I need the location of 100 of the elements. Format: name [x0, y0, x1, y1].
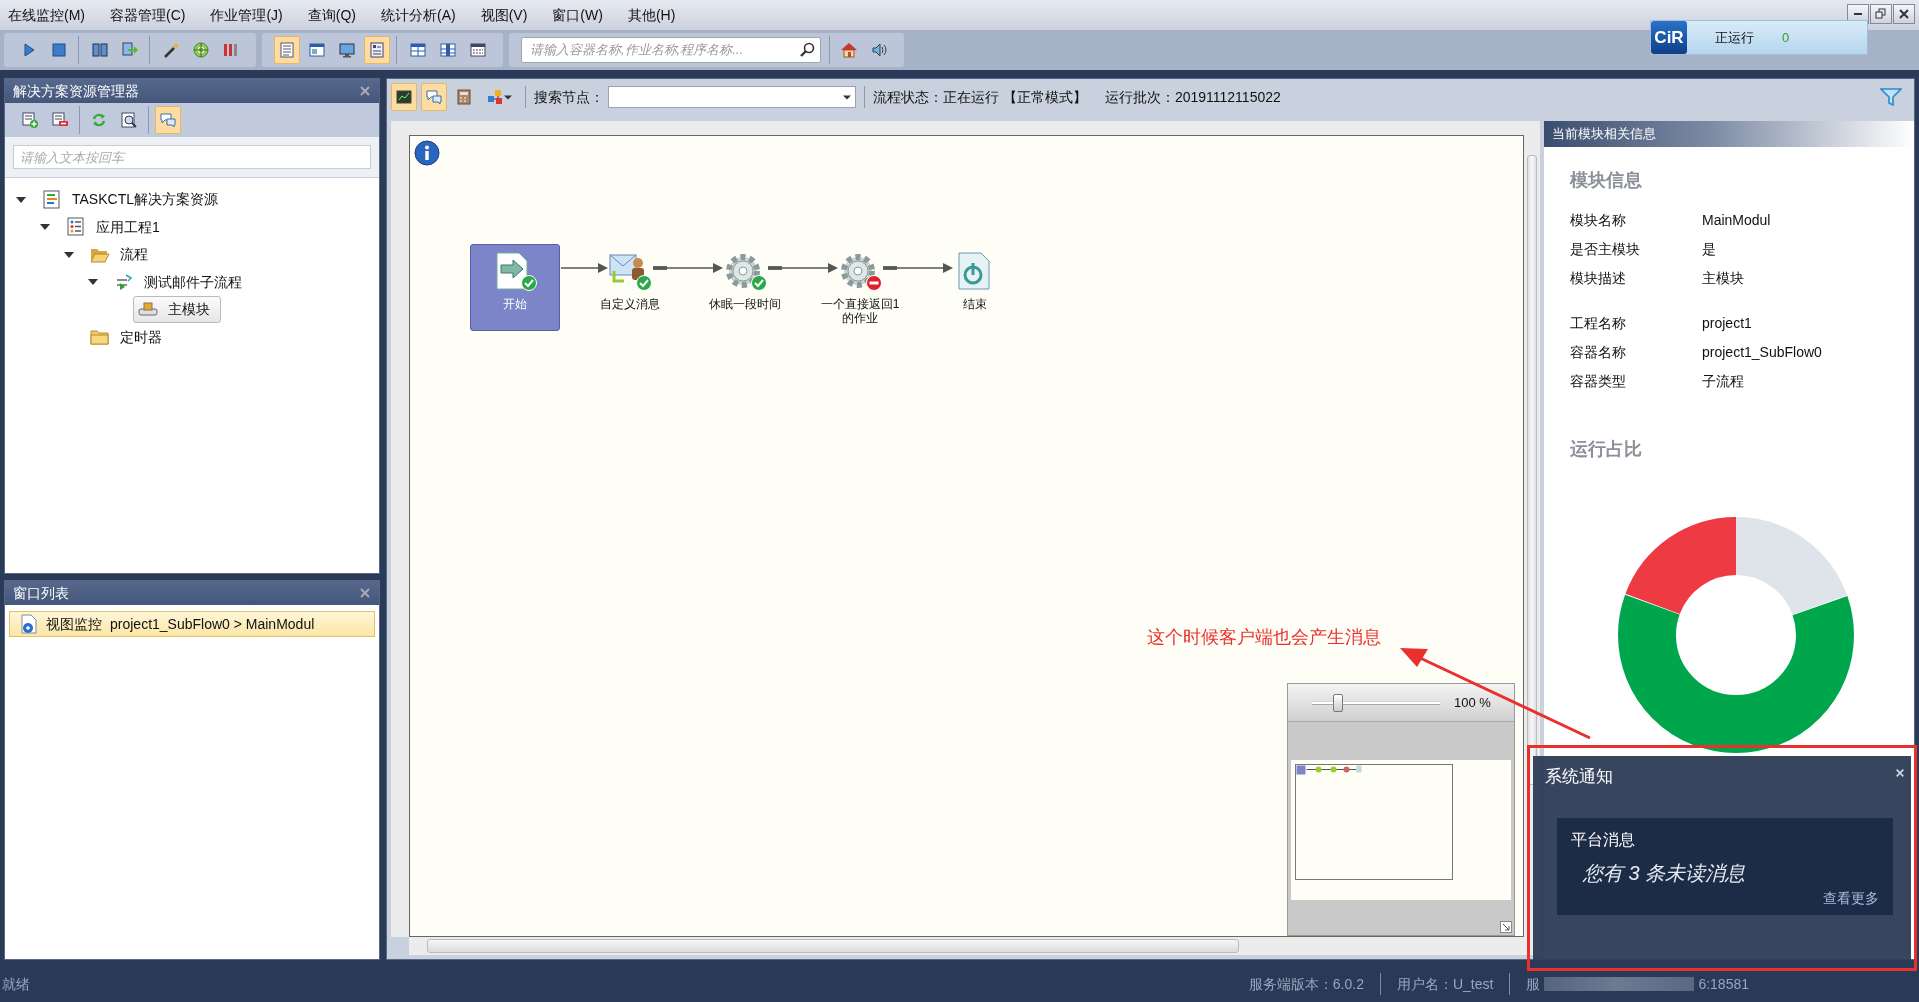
- status-text: 6:18581: [1698, 974, 1749, 994]
- field-label: 工程名称: [1570, 314, 1627, 333]
- node-label: 一个直接返回1的作业: [819, 297, 901, 326]
- document-icon: [278, 41, 296, 59]
- section-heading: 运行占比: [1570, 438, 1643, 461]
- minimize-icon: [1854, 13, 1862, 15]
- chat-button[interactable]: [155, 106, 181, 134]
- columns-icon: [91, 41, 109, 59]
- scrollbar-thumb[interactable]: [427, 939, 1239, 953]
- panel-button[interactable]: [364, 36, 390, 64]
- flow-node[interactable]: 一个直接返回1的作业: [815, 244, 905, 331]
- connector-arrow: [768, 262, 838, 274]
- field-label: 容器类型: [1570, 372, 1627, 391]
- field-label: 模块描述: [1570, 269, 1627, 288]
- status-text: 服务端版本：6.0.2: [1248, 974, 1364, 994]
- filter-icon[interactable]: [1880, 87, 1902, 107]
- tree-item[interactable]: 主模块: [133, 296, 221, 324]
- list-icon: [66, 217, 86, 238]
- node-label: 休眠一段时间: [708, 297, 782, 312]
- node-label: 自定义消息: [599, 297, 661, 312]
- window-icon: [308, 41, 326, 59]
- field-value: 子流程: [1702, 372, 1744, 391]
- restore-icon: [1875, 8, 1887, 20]
- folder-icon: [90, 327, 110, 348]
- list-table-icon: [469, 41, 487, 59]
- menu-item[interactable]: 窗口(W): [546, 2, 616, 28]
- bars-icon: [222, 41, 240, 59]
- search-node-label: 搜索节点：: [534, 87, 604, 107]
- search-node-dropdown[interactable]: [608, 86, 856, 108]
- slider-thumb[interactable]: [1332, 693, 1343, 712]
- view-more-link[interactable]: 查看更多: [1823, 887, 1879, 909]
- menu-item[interactable]: 视图(V): [474, 2, 541, 28]
- flow-node[interactable]: 休眠一段时间: [700, 244, 790, 331]
- menu-item[interactable]: 在线监控(M): [2, 2, 98, 28]
- field-value: project1: [1702, 314, 1752, 333]
- field-label: 容器名称: [1570, 343, 1627, 362]
- resize-icon[interactable]: [1500, 921, 1512, 933]
- status-text: 用户名：U_test: [1396, 974, 1494, 994]
- chat-icon: [425, 88, 443, 106]
- menu-item[interactable]: 统计分析(A): [375, 2, 469, 28]
- info-icon[interactable]: [414, 140, 440, 166]
- close-icon[interactable]: [1895, 768, 1905, 778]
- close-icon[interactable]: [359, 85, 371, 97]
- flow-status: 流程状态：正在运行 【正常模式】: [873, 87, 1087, 107]
- menu-item[interactable]: 查询(Q): [301, 2, 369, 28]
- flow-node[interactable]: 结束: [930, 244, 1020, 331]
- search-field[interactable]: 请输入容器名称,作业名称,程序名称...: [521, 37, 821, 63]
- flow-icon: [114, 272, 134, 293]
- close-button[interactable]: [1893, 4, 1915, 24]
- status-text: 服: [1526, 974, 1541, 994]
- menu-item[interactable]: 其他(H): [621, 2, 689, 28]
- calculator-icon: [455, 88, 473, 106]
- collapse-arrow-icon[interactable]: [16, 194, 26, 205]
- node-label: 开始: [502, 297, 528, 312]
- chat-icon: [159, 111, 177, 129]
- card-title: 平台消息: [1571, 829, 1636, 850]
- scrollbar-thumb[interactable]: [1527, 155, 1537, 785]
- menu-item[interactable]: 容器管理(C): [104, 2, 199, 28]
- tree-item[interactable]: 定时器: [85, 323, 173, 351]
- close-icon[interactable]: [359, 587, 371, 599]
- document-list-icon: [42, 189, 62, 210]
- stop-icon: [50, 41, 68, 59]
- menu-item[interactable]: 作业管理(J): [204, 2, 296, 28]
- tree-item[interactable]: TASKCTL解决方案资源: [37, 186, 229, 214]
- tree-item[interactable]: 流程: [85, 241, 159, 269]
- logo: CiR: [1651, 21, 1687, 54]
- arrow-window-icon: [121, 41, 139, 59]
- section-heading: 模块信息: [1570, 169, 1643, 192]
- restore-button[interactable]: [1870, 4, 1892, 24]
- search-icon: [120, 111, 138, 129]
- flow-node[interactable]: 自定义消息: [585, 244, 675, 331]
- speaker-icon: [870, 41, 888, 59]
- search-icon: [800, 42, 816, 58]
- collapse-arrow-icon[interactable]: [64, 249, 74, 260]
- document-icon: [20, 614, 38, 634]
- field-value: 是: [1702, 240, 1716, 259]
- connector-arrow: [561, 262, 608, 274]
- network-icon: [486, 88, 504, 106]
- remove-document-icon: [51, 111, 69, 129]
- field-value: MainModul: [1702, 211, 1771, 230]
- running-label: 正运行: [1715, 28, 1754, 47]
- chart-button[interactable]: [391, 83, 417, 111]
- panel-icon: [368, 41, 386, 59]
- tree-item[interactable]: 应用工程1: [61, 213, 171, 241]
- filter-field[interactable]: 请输入文本按回车: [13, 145, 371, 169]
- running-count: 0: [1782, 28, 1790, 47]
- connector-arrow: [653, 262, 723, 274]
- document-button[interactable]: [274, 36, 300, 64]
- message-text: 您有 3 条未读消息: [1583, 860, 1747, 886]
- window-list-item[interactable]: 视图监控 project1_SubFlow0 > MainModul: [9, 611, 375, 637]
- field-label: 是否主模块: [1570, 240, 1641, 259]
- node-label: 结束: [962, 297, 988, 312]
- annotation-text: 这个时候客户端也会产生消息: [1147, 626, 1381, 649]
- tree-item[interactable]: 测试邮件子流程: [109, 268, 253, 296]
- caret-icon: [843, 94, 851, 100]
- refresh-icon: [90, 111, 108, 129]
- chart-icon: [395, 88, 413, 106]
- caret-icon: [504, 94, 512, 100]
- minimap-drawing: [1296, 765, 1362, 775]
- field-label: 模块名称: [1570, 211, 1627, 230]
